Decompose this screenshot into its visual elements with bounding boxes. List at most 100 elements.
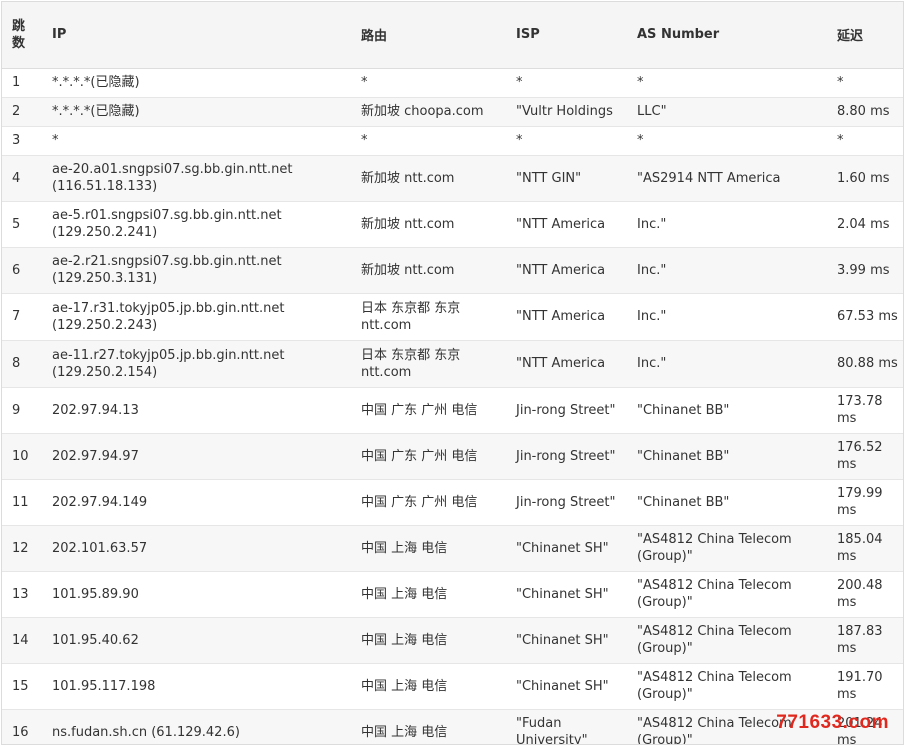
column-header-latency: 延迟 bbox=[827, 2, 903, 69]
as-number-cell: Inc." bbox=[627, 293, 827, 341]
as-number-cell: "AS4812 China Telecom (Group)" bbox=[627, 663, 827, 710]
latency-cell: 67.53 ms bbox=[827, 293, 903, 341]
route-cell: 日本 东京都 东京 ntt.com bbox=[351, 340, 506, 388]
ip-address: *.*.*.*(已隐藏) bbox=[52, 104, 140, 119]
ip-address: ae-17.r31.tokyjp05.jp.bb.gin.ntt.net bbox=[52, 300, 285, 316]
hop-cell: 2 bbox=[2, 97, 42, 127]
latency-cell: 191.70 ms bbox=[827, 663, 903, 710]
table-row: 16 ns.fudan.sh.cn (61.129.42.6) 中国 上海 电信 "F… bbox=[2, 709, 903, 744]
table-row: 4 ae-20.a01.sngpsi07.sg.bb.gin.ntt.net (11… bbox=[2, 155, 903, 202]
hop-cell: 6 bbox=[2, 247, 42, 294]
route-cell: 中国 广东 广州 电信 bbox=[351, 433, 506, 480]
as-number-cell: LLC" bbox=[627, 97, 827, 127]
ip-address-numeric: (116.51.18.133) bbox=[52, 179, 158, 194]
as-number-cell: "AS4812 China Telecom (Group)" bbox=[627, 617, 827, 664]
ip-cell: ae-11.r27.tokyjp05.jp.bb.gin.ntt.net (129… bbox=[42, 340, 351, 388]
route-cell: 中国 广东 广州 电信 bbox=[351, 387, 506, 434]
hop-cell: 3 bbox=[2, 126, 42, 156]
traceroute-table-container: 跳数 IP 路由 ISP AS Number 延迟 1 *.*.*.*(已隐藏) *… bbox=[1, 1, 904, 745]
isp-cell: "NTT GIN" bbox=[506, 155, 627, 202]
hop-cell: 10 bbox=[2, 433, 42, 480]
hop-cell: 8 bbox=[2, 340, 42, 388]
route-cell: * bbox=[351, 68, 506, 98]
ip-address-numeric: (129.250.3.131) bbox=[52, 271, 158, 286]
table-row: 5 ae-5.r01.sngpsi07.sg.bb.gin.ntt.net (129… bbox=[2, 201, 903, 248]
route-cell: 中国 上海 电信 bbox=[351, 663, 506, 710]
hop-cell: 1 bbox=[2, 68, 42, 98]
latency-cell: 201.24 ms bbox=[827, 709, 903, 744]
route-cell: 中国 上海 电信 bbox=[351, 571, 506, 618]
hop-cell: 5 bbox=[2, 201, 42, 248]
hop-cell: 12 bbox=[2, 525, 42, 572]
as-number-cell: * bbox=[627, 68, 827, 98]
ip-cell: 202.97.94.13 bbox=[42, 387, 351, 434]
route-cell: 新加坡 ntt.com bbox=[351, 201, 506, 248]
isp-cell: * bbox=[506, 68, 627, 98]
ip-address: 101.95.40.62 bbox=[52, 632, 139, 648]
ip-cell: 202.101.63.57 bbox=[42, 525, 351, 572]
table-row: 2 *.*.*.*(已隐藏) 新加坡 choopa.com "Vultr Holdin… bbox=[2, 97, 903, 127]
latency-cell: 185.04 ms bbox=[827, 525, 903, 572]
isp-cell: "Chinanet SH" bbox=[506, 663, 627, 710]
ip-cell: ae-20.a01.sngpsi07.sg.bb.gin.ntt.net (116… bbox=[42, 155, 351, 202]
latency-cell: 200.48 ms bbox=[827, 571, 903, 618]
ip-address: ae-11.r27.tokyjp05.jp.bb.gin.ntt.net bbox=[52, 347, 285, 363]
table-row: 9 202.97.94.13 中国 广东 广州 电信 Jin-rong Street"… bbox=[2, 387, 903, 434]
route-cell: 日本 东京都 东京 ntt.com bbox=[351, 293, 506, 341]
table-row: 15 101.95.117.198 中国 上海 电信 "Chinanet SH" "AS… bbox=[2, 663, 903, 710]
isp-cell: "NTT America bbox=[506, 201, 627, 248]
isp-cell: * bbox=[506, 126, 627, 156]
table-row: 3 * * * * * bbox=[2, 126, 903, 156]
route-cell: 新加坡 ntt.com bbox=[351, 155, 506, 202]
isp-cell: "NTT America bbox=[506, 247, 627, 294]
route-cell: 新加坡 choopa.com bbox=[351, 97, 506, 127]
ip-cell: *.*.*.*(已隐藏) bbox=[42, 68, 351, 98]
column-header-route: 路由 bbox=[351, 2, 506, 69]
hop-header-line2: 数 bbox=[12, 35, 26, 51]
as-number-cell: "Chinanet BB" bbox=[627, 387, 827, 434]
hop-cell: 14 bbox=[2, 617, 42, 664]
as-number-cell: Inc." bbox=[627, 201, 827, 248]
route-cell: 中国 上海 电信 bbox=[351, 525, 506, 572]
isp-cell: "Chinanet SH" bbox=[506, 571, 627, 618]
traceroute-table: 跳数 IP 路由 ISP AS Number 延迟 1 *.*.*.*(已隐藏) *… bbox=[2, 2, 903, 744]
route-cell: * bbox=[351, 126, 506, 156]
table-row: 7 ae-17.r31.tokyjp05.jp.bb.gin.ntt.net (12… bbox=[2, 293, 903, 341]
ip-address: *.*.*.*(已隐藏) bbox=[52, 75, 140, 90]
ip-cell: 101.95.117.198 bbox=[42, 663, 351, 710]
ip-address: 101.95.117.198 bbox=[52, 678, 156, 694]
latency-cell: 173.78 ms bbox=[827, 387, 903, 434]
ip-address: 202.97.94.149 bbox=[52, 494, 148, 510]
isp-cell: Jin-rong Street" bbox=[506, 387, 627, 434]
column-header-hop: 跳数 bbox=[2, 2, 42, 69]
table-row: 10 202.97.94.97 中国 广东 广州 电信 Jin-rong Street… bbox=[2, 433, 903, 480]
as-number-cell: "AS4812 China Telecom (Group)" bbox=[627, 571, 827, 618]
isp-cell: "NTT America bbox=[506, 293, 627, 341]
ip-address-numeric: (129.250.2.154) bbox=[52, 364, 158, 380]
ip-cell: 101.95.89.90 bbox=[42, 571, 351, 618]
route-cell: 中国 上海 电信 bbox=[351, 709, 506, 744]
as-number-cell: "Chinanet BB" bbox=[627, 479, 827, 526]
table-row: 6 ae-2.r21.sngpsi07.sg.bb.gin.ntt.net (129… bbox=[2, 247, 903, 294]
hop-cell: 11 bbox=[2, 479, 42, 526]
latency-cell: 80.88 ms bbox=[827, 340, 903, 388]
latency-cell: 176.52 ms bbox=[827, 433, 903, 480]
ip-cell: ae-17.r31.tokyjp05.jp.bb.gin.ntt.net (129… bbox=[42, 293, 351, 341]
table-row: 14 101.95.40.62 中国 上海 电信 "Chinanet SH" "AS48… bbox=[2, 617, 903, 664]
as-number-cell: "AS2914 NTT America bbox=[627, 155, 827, 202]
column-header-as-number: AS Number bbox=[627, 2, 827, 69]
route-cell: 新加坡 ntt.com bbox=[351, 247, 506, 294]
ip-cell: ae-5.r01.sngpsi07.sg.bb.gin.ntt.net (129.… bbox=[42, 201, 351, 248]
column-header-ip: IP bbox=[42, 2, 351, 69]
hop-header-line1: 跳 bbox=[12, 18, 26, 34]
latency-cell: 187.83 ms bbox=[827, 617, 903, 664]
latency-cell: * bbox=[827, 68, 903, 98]
route-cell: 中国 上海 电信 bbox=[351, 617, 506, 664]
ip-address: ae-5.r01.sngpsi07.sg.bb.gin.ntt.net bbox=[52, 208, 282, 223]
isp-cell: "Fudan University" bbox=[506, 709, 627, 744]
isp-cell: Jin-rong Street" bbox=[506, 479, 627, 526]
table-row: 8 ae-11.r27.tokyjp05.jp.bb.gin.ntt.net (12… bbox=[2, 340, 903, 388]
ip-address: ns.fudan.sh.cn (61.129.42.6) bbox=[52, 724, 240, 740]
as-number-cell: Inc." bbox=[627, 340, 827, 388]
as-number-cell: "AS4812 China Telecom (Group)" bbox=[627, 525, 827, 572]
